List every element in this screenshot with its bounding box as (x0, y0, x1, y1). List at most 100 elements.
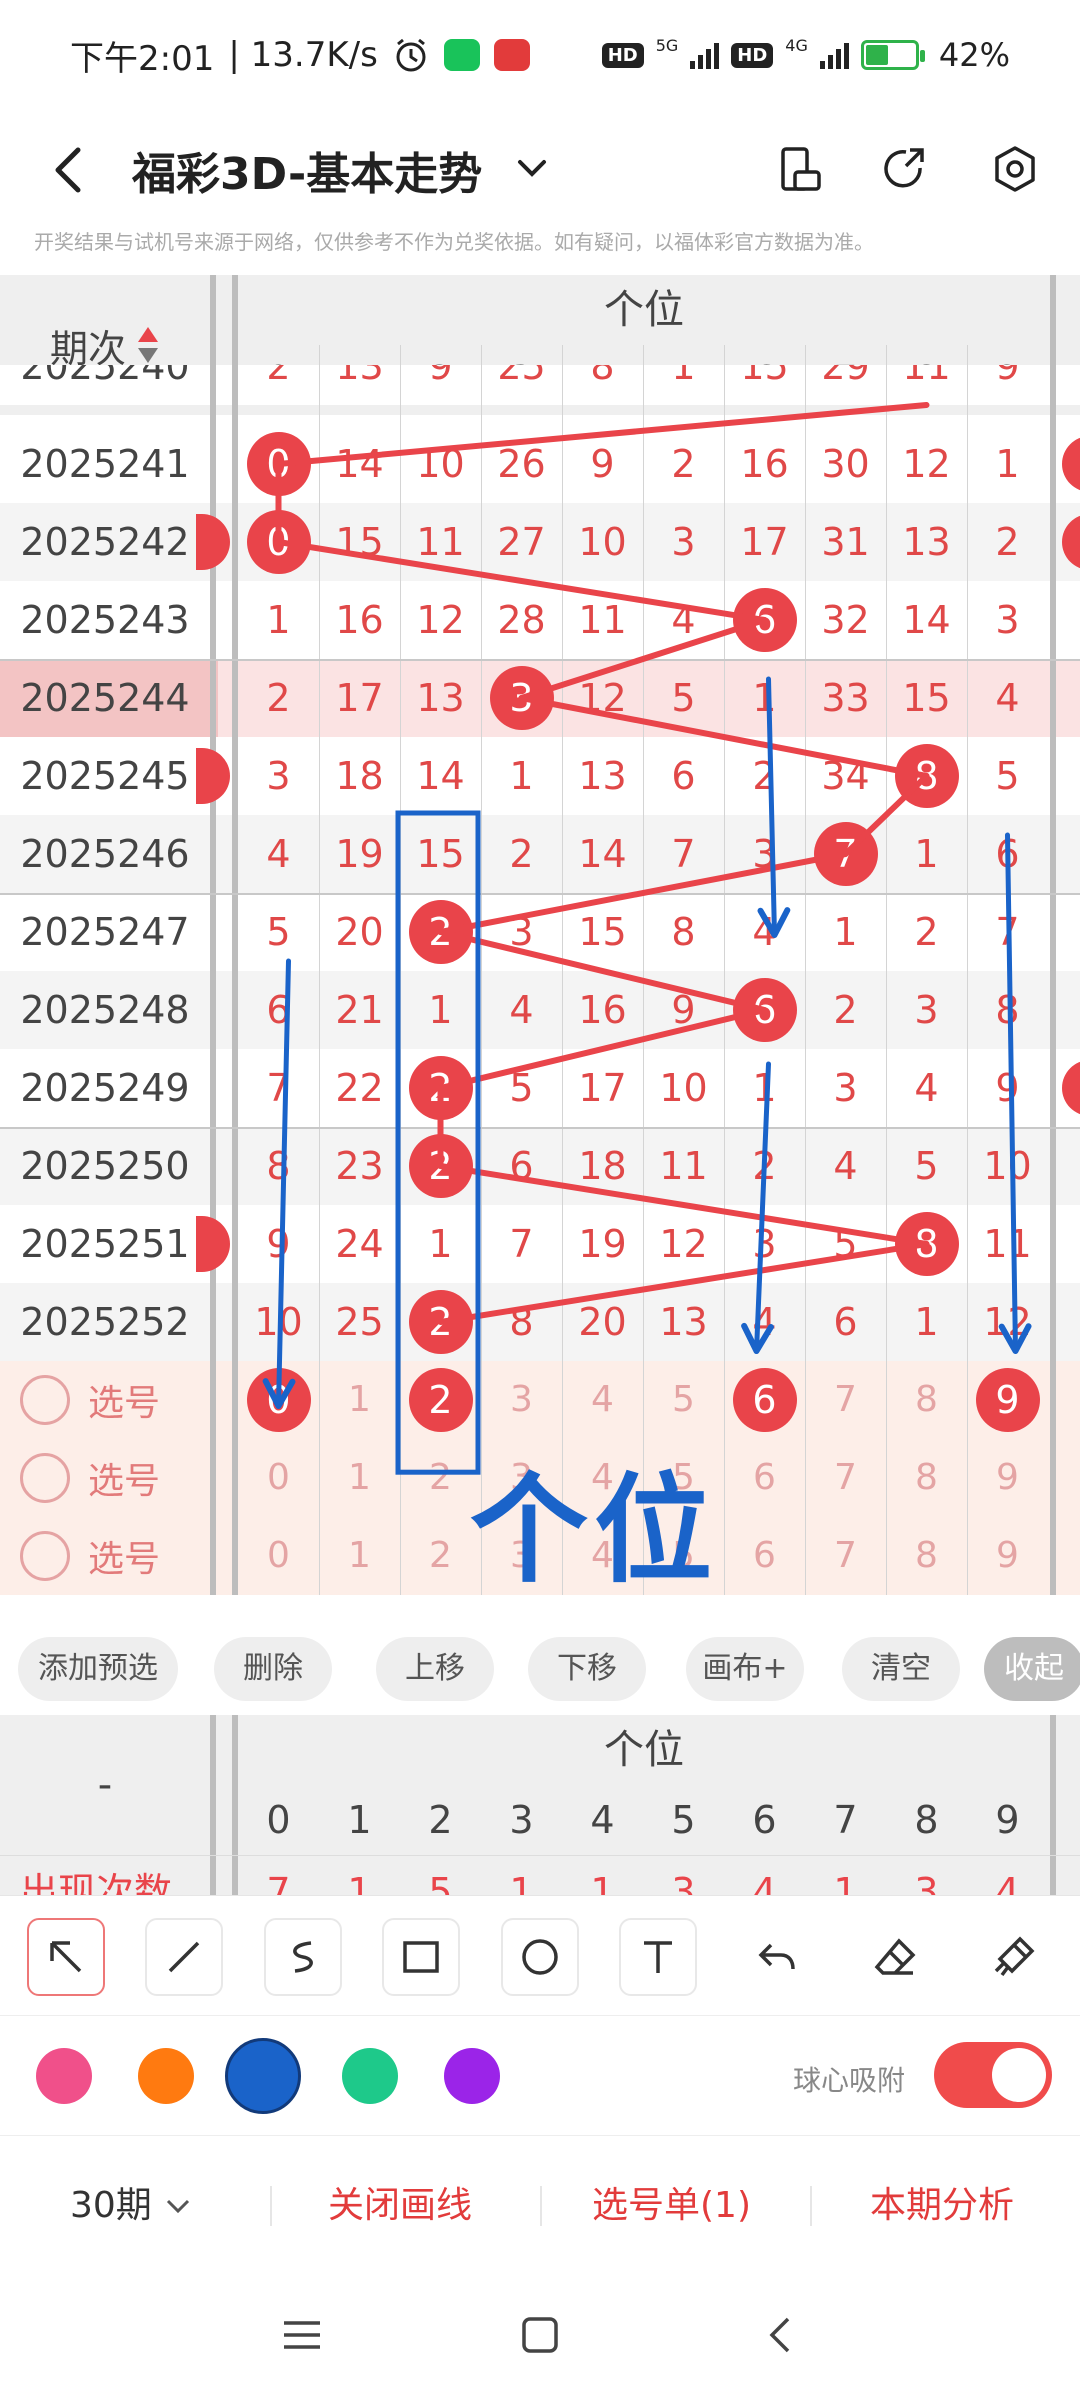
pick-list-button[interactable]: 选号单(1) (592, 2136, 751, 2276)
pick-number[interactable]: 9 (967, 1439, 1048, 1517)
grid-cell: 29 (821, 365, 870, 388)
pick-row-checkbox[interactable]: 选号 (20, 1439, 210, 1517)
action-button-6[interactable]: 收起 (984, 1637, 1080, 1701)
pick-ball-selected[interactable]: 6 (732, 1368, 797, 1432)
grid-cell: 19 (335, 832, 384, 876)
pick-number[interactable]: 6 (724, 1517, 805, 1595)
grid-cell: 4 (266, 832, 291, 876)
color-swatch-3[interactable] (342, 2048, 398, 2104)
stats-partial-label: 出现次数 (20, 1870, 173, 1895)
grid-cell: 15 (416, 832, 465, 876)
pick-number[interactable]: 0 (238, 1517, 319, 1595)
grid-cell: 20 (335, 910, 384, 954)
sort-icon[interactable] (136, 325, 160, 365)
stats-digit-header: 8 (914, 1798, 939, 1842)
circle-tool[interactable] (501, 1918, 579, 1996)
pick-number[interactable]: 8 (886, 1361, 967, 1439)
pick-number[interactable]: 0 (238, 1439, 319, 1517)
chevron-down-icon (166, 2199, 189, 2214)
color-swatch-2[interactable] (225, 2038, 301, 2114)
action-button-2[interactable]: 上移 (376, 1637, 494, 1701)
color-swatch-1[interactable] (138, 2048, 194, 2104)
grid-cell: 17 (740, 520, 789, 564)
screen-rotate-icon[interactable] (765, 134, 835, 204)
stats-row-label: - (97, 1762, 113, 1808)
action-button-1[interactable]: 删除 (214, 1637, 332, 1701)
action-button-4[interactable]: 画布+ (686, 1637, 804, 1701)
table-row: 2025251 9 24 1 7 19 12 3 5 8 11 (0, 1205, 1080, 1283)
pick-ball-selected[interactable]: 2 (408, 1368, 473, 1432)
close-lines-button[interactable]: 关闭画线 (328, 2136, 472, 2276)
pick-number[interactable]: 1 (319, 1439, 400, 1517)
hit-ball: 6 (732, 978, 797, 1042)
rect-tool[interactable] (382, 1918, 460, 1996)
hit-ball: 0 (246, 432, 311, 496)
settings-icon[interactable] (980, 134, 1050, 204)
home-icon[interactable] (518, 2313, 562, 2357)
clear-tool[interactable] (975, 1918, 1053, 1996)
pick-ball-selected[interactable]: 0 (246, 1368, 311, 1432)
pick-number[interactable]: 7 (805, 1439, 886, 1517)
action-button-5[interactable]: 清空 (842, 1637, 960, 1701)
cell-divider (319, 345, 320, 1595)
chevron-down-icon[interactable] (510, 146, 554, 190)
undo-icon (758, 1943, 795, 1970)
pick-number[interactable]: 1 (319, 1517, 400, 1595)
nav-back-icon[interactable] (758, 2313, 802, 2357)
system-nav-bar (0, 2275, 1080, 2400)
pick-number[interactable]: 7 (805, 1361, 886, 1439)
back-icon[interactable] (44, 140, 94, 200)
pick-number[interactable]: 8 (886, 1439, 967, 1517)
periods-label: 30期 (70, 2185, 152, 2226)
text-tool[interactable] (619, 1918, 697, 1996)
pick-number[interactable]: 6 (724, 1439, 805, 1517)
color-swatch-0[interactable] (36, 2048, 92, 2104)
radio-circle-icon[interactable] (20, 1453, 70, 1503)
pick-number[interactable]: 8 (886, 1517, 967, 1595)
pick-number[interactable]: 2 (400, 1439, 481, 1517)
grid-cell: 1 (671, 365, 696, 388)
radio-circle-icon[interactable] (20, 1375, 70, 1425)
color-swatch-4[interactable] (444, 2048, 500, 2104)
grid-cell: 25 (335, 1300, 384, 1344)
snap-toggle[interactable] (934, 2042, 1052, 2108)
grid-cell: 24 (335, 1222, 384, 1266)
pick-row-checkbox[interactable]: 选号 (20, 1361, 210, 1439)
radio-circle-icon[interactable] (20, 1531, 70, 1581)
curve-tool[interactable] (264, 1918, 342, 1996)
pick-number[interactable]: 9 (967, 1517, 1048, 1595)
grid-cell: 11 (902, 365, 951, 388)
battery-icon (860, 40, 925, 70)
grid-cell: 22 (335, 1066, 384, 1110)
arrow-tool[interactable] (27, 1918, 105, 1996)
grid-cell: 12 (578, 676, 627, 720)
pick-number[interactable]: 3 (481, 1361, 562, 1439)
pick-number[interactable]: 1 (319, 1361, 400, 1439)
grid-cell: 5 (266, 910, 291, 954)
battery-fill (865, 45, 888, 65)
eraser-tool[interactable] (856, 1918, 934, 1996)
pick-ball-selected[interactable]: 9 (975, 1368, 1040, 1432)
toggle-knob (992, 2048, 1046, 2102)
page-title[interactable]: 福彩3D-基本走势 (132, 138, 482, 202)
menu-icon[interactable] (280, 2313, 324, 2357)
stats-count: 1 (833, 1870, 858, 1895)
hit-ball: 2 (408, 1056, 473, 1120)
table-row: 2025242 0 15 11 27 10 3 17 31 13 2 (0, 503, 1080, 581)
line-tool[interactable] (145, 1918, 223, 1996)
pick-row-checkbox[interactable]: 选号 (20, 1517, 210, 1595)
action-button-0[interactable]: 添加预选 (18, 1637, 178, 1701)
table-row: 2025248 6 21 1 4 16 9 6 2 3 8 (0, 971, 1080, 1049)
action-button-3[interactable]: 下移 (528, 1637, 646, 1701)
undo-tool[interactable] (738, 1918, 816, 1996)
grid-cell: 21 (335, 988, 384, 1032)
period-analysis-button[interactable]: 本期分析 (870, 2136, 1014, 2276)
pick-number[interactable]: 4 (562, 1361, 643, 1439)
periods-selector[interactable]: 30期 (70, 2136, 194, 2276)
pick-number[interactable]: 2 (400, 1517, 481, 1595)
grid-cell: 9 (428, 365, 453, 388)
pick-number[interactable]: 5 (643, 1361, 724, 1439)
pick-number[interactable]: 7 (805, 1517, 886, 1595)
share-icon[interactable] (870, 134, 940, 204)
period-label: 2025241 (20, 442, 190, 486)
